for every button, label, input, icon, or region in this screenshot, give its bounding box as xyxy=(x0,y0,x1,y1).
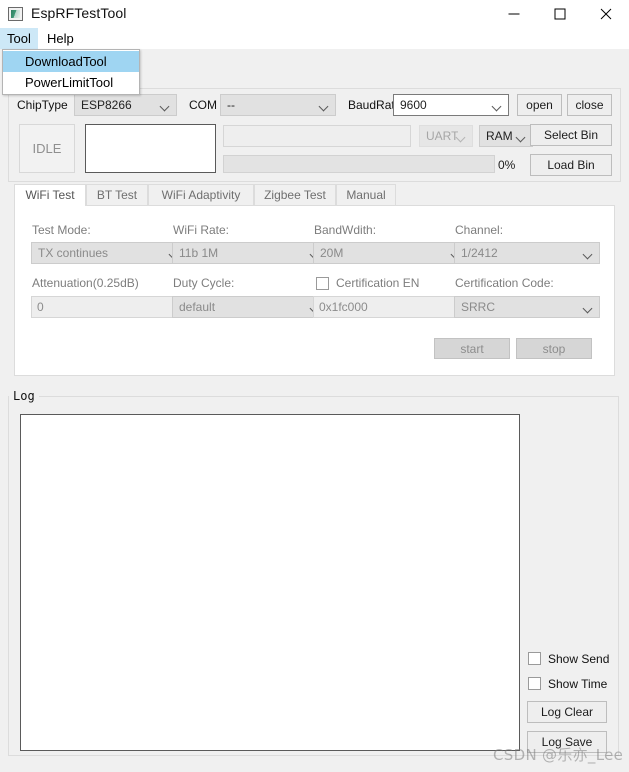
chiptype-value: ESP8266 xyxy=(81,98,132,112)
window-title: EspRFTestTool xyxy=(31,5,127,21)
certification-code-value: SRRC xyxy=(461,300,496,314)
certification-code-select[interactable]: SRRC xyxy=(454,296,600,318)
chevron-down-icon xyxy=(161,103,170,108)
log-save-button[interactable]: Log Save xyxy=(527,731,607,753)
com-select[interactable]: -- xyxy=(220,94,336,116)
com-value: -- xyxy=(227,98,235,112)
app-window: EspRFTestTool Tool Help DownloadTool Pow… xyxy=(0,0,629,772)
bandwidth-label: BandWdith: xyxy=(314,223,377,237)
minimize-button[interactable] xyxy=(491,0,537,28)
baudrate-select[interactable]: 9600 xyxy=(393,94,509,116)
uart-value: UART xyxy=(426,129,459,143)
chevron-down-icon xyxy=(517,134,526,139)
duty-cycle-label: Duty Cycle: xyxy=(173,276,235,290)
certification-en-checkbox[interactable] xyxy=(316,277,329,290)
log-textarea[interactable] xyxy=(20,414,520,751)
test-mode-value: TX continues xyxy=(38,246,109,260)
channel-value: 1/2412 xyxy=(461,246,498,260)
certification-code-label: Certification Code: xyxy=(455,276,554,290)
uart-select[interactable]: UART xyxy=(419,125,473,147)
log-clear-button[interactable]: Log Clear xyxy=(527,701,607,723)
show-send-checkbox[interactable] xyxy=(528,652,541,665)
attenuation-value: 0 xyxy=(37,300,44,314)
chevron-down-icon xyxy=(493,103,502,108)
wifi-rate-value: 11b 1M xyxy=(179,246,219,260)
test-tab-control: WiFi Test BT Test WiFi Adaptivity Zigbee… xyxy=(14,184,615,376)
chevron-down-icon xyxy=(584,305,593,310)
close-button[interactable] xyxy=(583,0,629,28)
attenuation-input[interactable]: 0 xyxy=(31,296,186,318)
log-group-title: Log xyxy=(9,389,39,403)
start-button[interactable]: start xyxy=(434,338,510,359)
chevron-down-icon xyxy=(457,134,466,139)
close-icon xyxy=(600,8,612,20)
connection-panel: ChipType ESP8266 COM -- BaudRate 9600 op… xyxy=(8,88,621,182)
chevron-down-icon xyxy=(320,103,329,108)
tab-manual[interactable]: Manual xyxy=(336,184,396,205)
ram-select[interactable]: RAM xyxy=(479,125,533,147)
progress-percent-label: 0% xyxy=(498,158,516,172)
channel-label: Channel: xyxy=(455,223,504,237)
wifi-rate-select[interactable]: 11b 1M xyxy=(172,242,327,264)
menu-item-help[interactable]: Help xyxy=(40,28,81,49)
test-mode-label: Test Mode: xyxy=(32,223,91,237)
chiptype-select[interactable]: ESP8266 xyxy=(74,94,177,116)
bandwidth-value: 20M xyxy=(320,246,344,260)
open-button[interactable]: open xyxy=(517,94,562,116)
certification-en-label: Certification EN xyxy=(336,276,420,290)
tab-bt-test[interactable]: BT Test xyxy=(86,184,148,205)
menu-option-downloadtool[interactable]: DownloadTool xyxy=(3,51,139,72)
menu-bar: Tool Help xyxy=(0,28,629,49)
chiptype-label: ChipType xyxy=(17,98,68,112)
show-time-checkbox[interactable] xyxy=(528,677,541,690)
tab-strip: WiFi Test BT Test WiFi Adaptivity Zigbee… xyxy=(14,184,615,206)
close-button-serial[interactable]: close xyxy=(567,94,612,116)
menu-item-tool[interactable]: Tool xyxy=(0,28,38,49)
device-info-box xyxy=(85,124,216,173)
status-indicator: IDLE xyxy=(19,124,75,173)
maximize-icon xyxy=(554,8,566,20)
baudrate-value: 9600 xyxy=(400,98,427,112)
load-bin-button[interactable]: Load Bin xyxy=(530,154,612,176)
chevron-down-icon xyxy=(584,251,593,256)
ram-value: RAM xyxy=(486,129,513,143)
certification-address-value: 0x1fc000 xyxy=(319,300,368,314)
tool-menu-dropdown: DownloadTool PowerLimitTool xyxy=(2,49,140,95)
tab-wifi-test[interactable]: WiFi Test xyxy=(14,184,86,206)
bin-path-input[interactable] xyxy=(223,125,411,147)
bandwidth-select[interactable]: 20M xyxy=(313,242,468,264)
tab-zigbee-test[interactable]: Zigbee Test xyxy=(254,184,336,205)
certification-address-input[interactable]: 0x1fc000 xyxy=(313,296,468,318)
menu-option-powerlimittool[interactable]: PowerLimitTool xyxy=(3,72,139,93)
tab-wifi-adaptivity[interactable]: WiFi Adaptivity xyxy=(148,184,254,205)
app-icon xyxy=(8,7,23,21)
title-bar: EspRFTestTool xyxy=(0,0,629,28)
channel-select[interactable]: 1/2412 xyxy=(454,242,600,264)
wifi-test-panel: Test Mode: TX continues WiFi Rate: 11b 1… xyxy=(14,205,615,376)
duty-cycle-select[interactable]: default xyxy=(172,296,327,318)
select-bin-button[interactable]: Select Bin xyxy=(530,124,612,146)
test-mode-select[interactable]: TX continues xyxy=(31,242,186,264)
show-send-label: Show Send xyxy=(548,652,610,666)
wifi-rate-label: WiFi Rate: xyxy=(173,223,230,237)
show-time-label: Show Time xyxy=(548,677,608,691)
minimize-icon xyxy=(508,13,520,15)
attenuation-label: Attenuation(0.25dB) xyxy=(32,276,139,290)
download-progress-bar xyxy=(223,155,495,173)
stop-button[interactable]: stop xyxy=(516,338,592,359)
duty-cycle-value: default xyxy=(179,300,216,314)
maximize-button[interactable] xyxy=(537,0,583,28)
com-label: COM xyxy=(189,98,217,112)
